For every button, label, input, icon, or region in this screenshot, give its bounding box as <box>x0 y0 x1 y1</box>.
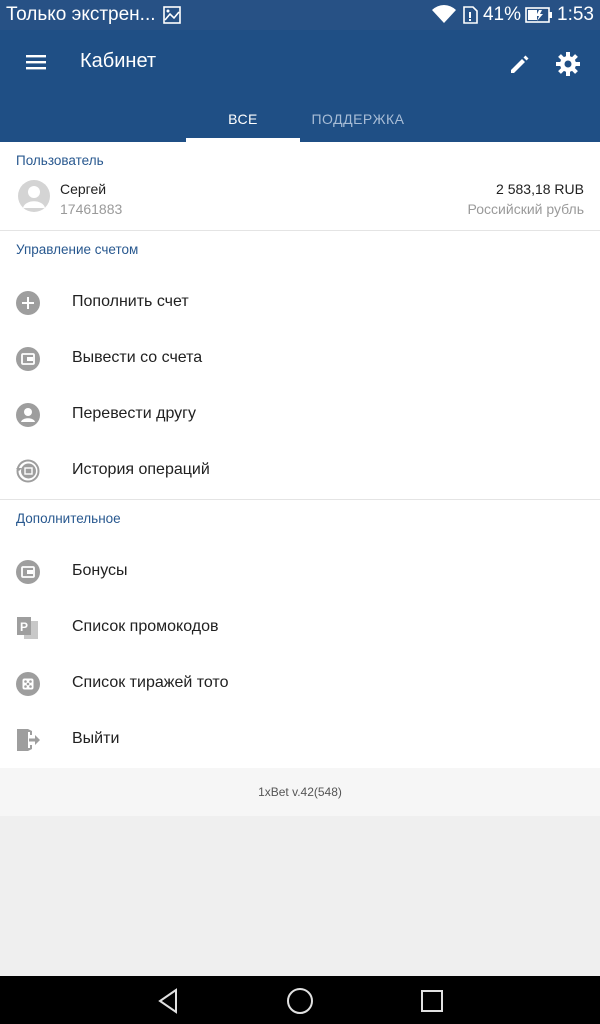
user-id: 17461883 <box>60 201 123 217</box>
page-title: Кабинет <box>80 50 157 72</box>
status-bar: Только экстрен... 41% 1:53 <box>0 0 600 30</box>
tab-support[interactable]: ПОДДЕРЖКА <box>300 102 416 142</box>
system-nav-bar <box>0 976 600 1024</box>
promo-code-icon: P <box>17 617 38 639</box>
app-bar: Кабинет ВСЕ ПОДДЕРЖКА <box>0 30 600 142</box>
tab-bar: ВСЕ ПОДДЕРЖКА <box>186 102 416 142</box>
history-icon <box>16 459 40 483</box>
logout-icon <box>17 729 40 751</box>
menu-item-label: Перевести другу <box>72 405 197 422</box>
image-icon <box>162 6 181 24</box>
menu-item-bonuses[interactable]: Бонусы <box>0 544 600 600</box>
recents-icon[interactable] <box>417 986 447 1016</box>
user-name: Сергей <box>60 181 107 197</box>
wallet-icon <box>16 347 40 371</box>
section-label-account: Управление счетом <box>16 242 139 257</box>
menu-item-toto[interactable]: Список тиражей тото <box>0 656 600 712</box>
menu-item-label: Выйти <box>72 730 120 747</box>
menu-icon[interactable] <box>20 48 52 76</box>
cabinet-content: Пользователь Сергей 17461883 2 583,18 RU… <box>0 142 600 768</box>
tab-all[interactable]: ВСЕ <box>186 102 300 142</box>
section-label-extra: Дополнительное <box>16 511 121 526</box>
divider <box>0 230 600 231</box>
add-circle-icon <box>16 291 40 315</box>
svg-text:P: P <box>20 620 28 634</box>
bonus-wallet-icon <box>16 560 40 584</box>
person-icon <box>16 403 40 427</box>
menu-item-label: Вывести со счета <box>72 349 203 366</box>
avatar-icon <box>18 180 50 212</box>
section-label-user: Пользователь <box>16 153 104 168</box>
menu-item-deposit[interactable]: Пополнить счет <box>0 275 600 331</box>
back-icon[interactable] <box>154 986 184 1016</box>
menu-item-label: Список промокодов <box>72 618 219 635</box>
divider <box>0 499 600 500</box>
menu-item-label: Пополнить счет <box>72 293 189 310</box>
home-icon[interactable] <box>285 986 315 1016</box>
battery-icon <box>525 7 553 23</box>
app-version: 1xBet v.42(548) <box>0 768 600 816</box>
menu-item-withdraw[interactable]: Вывести со счета <box>0 331 600 387</box>
menu-item-label: История операций <box>72 461 210 478</box>
menu-item-logout[interactable]: Выйти <box>0 712 600 768</box>
menu-item-label: Список тиражей тото <box>72 674 229 691</box>
battery-percent: 41% <box>482 4 522 25</box>
menu-item-transfer[interactable]: Перевести другу <box>0 387 600 443</box>
balance-amount: 2 583,18 RUB <box>496 181 584 197</box>
edit-pencil-icon[interactable] <box>504 48 536 80</box>
wifi-icon <box>431 5 456 24</box>
settings-gear-icon[interactable] <box>552 48 584 80</box>
sim-icon <box>463 6 478 24</box>
clock: 1:53 <box>557 4 594 25</box>
notification-text: Только экстрен... <box>6 4 156 25</box>
menu-item-history[interactable]: История операций <box>0 443 600 499</box>
menu-item-promocodes[interactable]: P Список промокодов <box>0 600 600 656</box>
currency-name: Российский рубль <box>467 201 584 217</box>
dice-icon <box>16 672 40 696</box>
user-info-row[interactable]: Сергей 17461883 2 583,18 RUB Российский … <box>0 172 600 230</box>
menu-item-label: Бонусы <box>72 562 128 579</box>
